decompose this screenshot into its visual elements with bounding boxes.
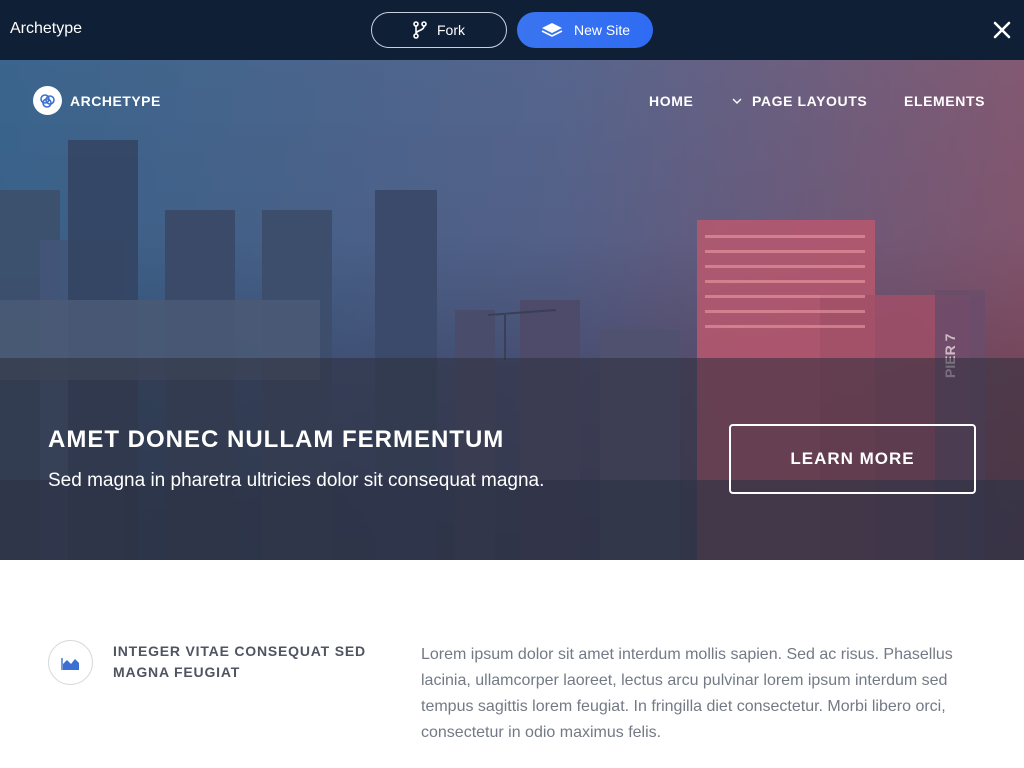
nav-home[interactable]: HOME [649, 93, 693, 109]
nav-elements[interactable]: ELEMENTS [904, 93, 985, 109]
area-chart-icon [60, 657, 79, 670]
hero-banner: AMET DONEC NULLAM FERMENTUM Sed magna in… [0, 358, 1024, 560]
fork-button-label: Fork [437, 22, 465, 38]
chevron-down-icon [732, 98, 742, 104]
feature-title: INTEGER VITAE CONSEQUAT SED MAGNA FEUGIA… [113, 643, 366, 680]
hero-subtitle: Sed magna in pharetra ultricies dolor si… [48, 470, 545, 491]
nav-page-layouts[interactable]: PAGE LAYOUTS [732, 93, 867, 109]
hero-section: PIER 7 ARCHETYPE HOME PAGE LAYOUTS ELEME… [0, 60, 1024, 560]
fork-button[interactable]: Fork [371, 12, 507, 48]
logo-text: ARCHETYPE [70, 92, 161, 109]
site-logo[interactable]: ARCHETYPE [33, 86, 161, 115]
app-toolbar: Archetype Fork New Site [0, 0, 1024, 60]
layers-icon [541, 23, 563, 37]
logo-badge [33, 86, 62, 115]
learn-more-button[interactable]: LEARN MORE [729, 424, 976, 494]
nav-page-layouts-label: PAGE LAYOUTS [752, 93, 868, 109]
hero-title: AMET DONEC NULLAM FERMENTUM [48, 426, 505, 453]
close-button[interactable] [990, 18, 1014, 42]
cloud-logo-icon [39, 93, 55, 108]
feature-body: Lorem ipsum dolor sit amet interdum moll… [421, 646, 953, 741]
fork-icon [413, 21, 427, 39]
app-title: Archetype [10, 20, 83, 37]
feature-icon-circle [48, 640, 93, 685]
site-navigation: ARCHETYPE HOME PAGE LAYOUTS ELEMENTS [0, 60, 1024, 140]
close-icon [993, 21, 1011, 39]
new-site-button-label: New Site [573, 22, 631, 38]
new-site-button[interactable]: New Site [517, 12, 653, 48]
